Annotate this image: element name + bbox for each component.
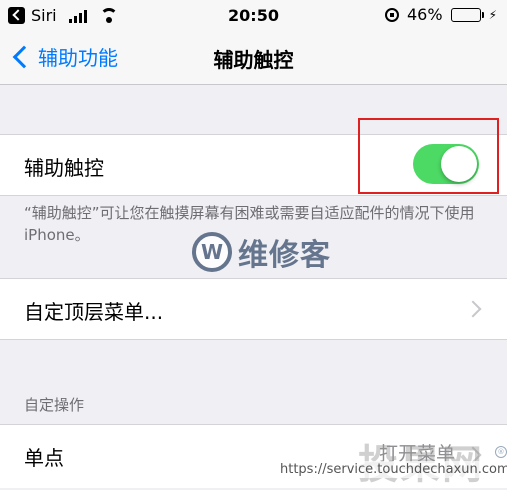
chevron-right-icon [464, 300, 482, 318]
custom-actions-header: 自定操作 [24, 396, 85, 414]
single-tap-label: 单点 [24, 446, 64, 470]
page-title: 辅助触控 [213, 48, 294, 72]
status-bar: Siri 20:50 46% ⚡ [0, 0, 507, 32]
highlight-box [358, 118, 499, 194]
navigation-bar: 辅助功能 辅助触控 [0, 32, 507, 85]
watermark-logo: W 维修客 [192, 230, 331, 274]
watermark-brand: 维修客 [238, 238, 331, 273]
watermark-logo-icon: W [192, 232, 232, 272]
orientation-lock-icon [385, 7, 399, 22]
battery-icon [450, 7, 484, 22]
battery-percent: 46% [407, 5, 443, 24]
customize-top-level-menu-label: 自定顶层菜单... [24, 300, 164, 324]
status-right: 46% ⚡ [385, 5, 497, 24]
customize-top-level-menu-cell[interactable]: 自定顶层菜单... [0, 278, 507, 340]
charging-icon: ⚡ [488, 7, 497, 22]
assistive-touch-label: 辅助触控 [24, 156, 104, 180]
watermark-url: https://service.touchdechaxun.com [276, 461, 507, 478]
registered-mark-icon: ® [495, 446, 507, 458]
